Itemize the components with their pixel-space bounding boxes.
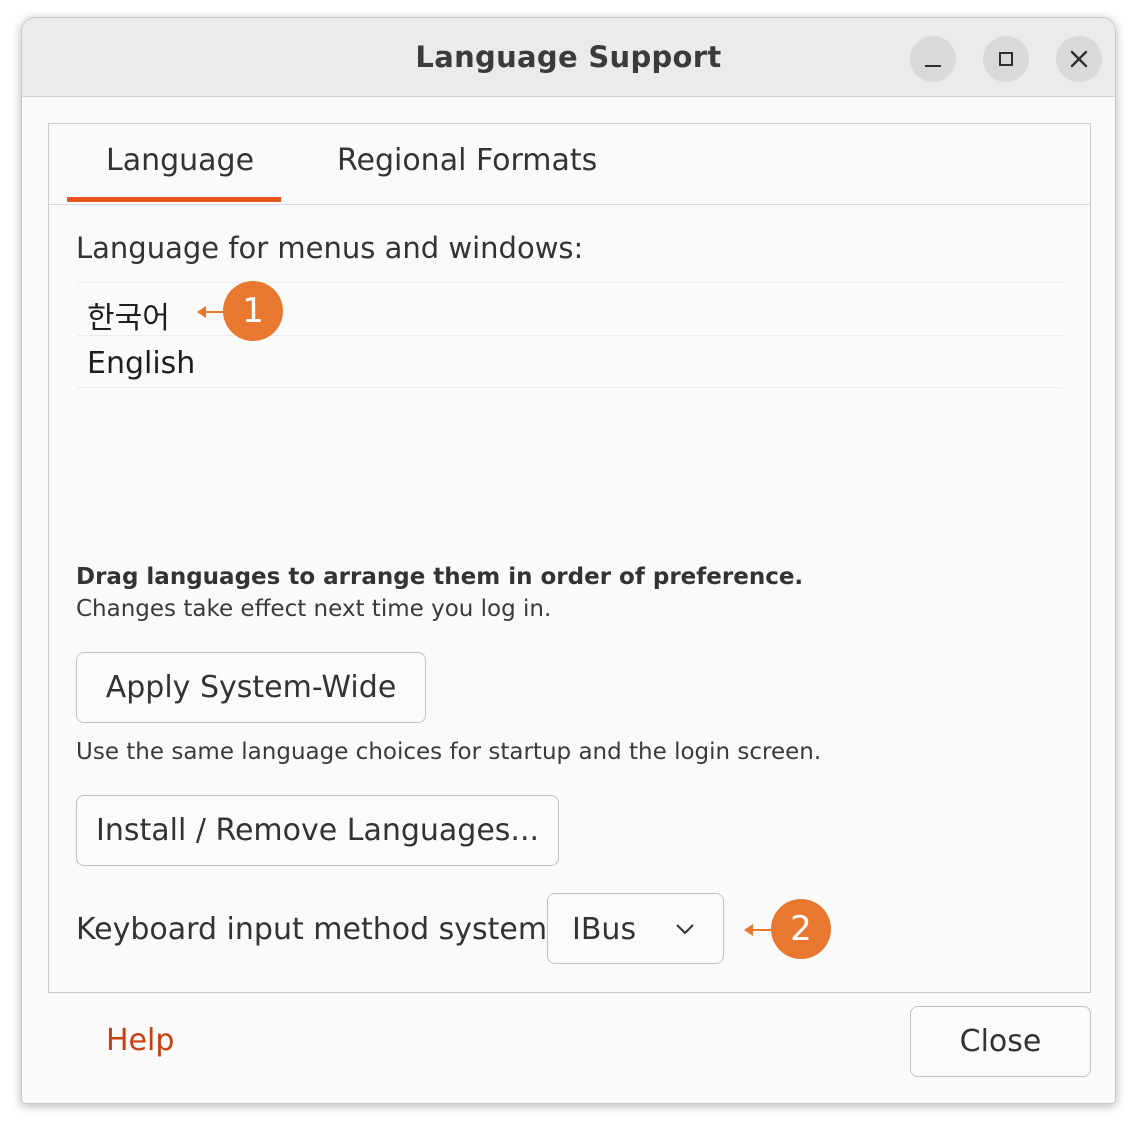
- active-tab-indicator: [67, 197, 281, 202]
- language-notebook: Language Regional Formats Language for m…: [48, 123, 1091, 993]
- relogin-hint: Changes take effect next time you log in…: [76, 596, 552, 622]
- callout-pointer: [744, 924, 773, 936]
- maximize-icon: [999, 52, 1013, 66]
- language-name: 한국어: [87, 301, 170, 336]
- title-bar[interactable]: Language Support: [22, 18, 1115, 97]
- language-name: English: [87, 346, 196, 381]
- help-button[interactable]: Help: [106, 1023, 174, 1058]
- maximize-button[interactable]: [983, 36, 1029, 82]
- keyboard-input-method-dropdown[interactable]: IBus: [547, 893, 724, 964]
- apply-system-wide-button[interactable]: Apply System-Wide: [76, 652, 426, 723]
- install-remove-languages-button[interactable]: Install / Remove Languages...: [76, 795, 559, 866]
- minimize-button[interactable]: [910, 36, 956, 82]
- close-button[interactable]: Close: [910, 1006, 1091, 1077]
- dropdown-value: IBus: [572, 912, 637, 947]
- tab-regional-formats[interactable]: Regional Formats: [337, 143, 597, 178]
- tab-language[interactable]: Language: [106, 143, 254, 178]
- keyboard-input-label: Keyboard input method system:: [76, 912, 558, 947]
- language-row-english[interactable]: English: [77, 335, 1062, 388]
- close-icon: [1070, 50, 1088, 68]
- tab-strip: Language Regional Formats: [49, 124, 1090, 205]
- callout-badge: 2: [771, 899, 831, 959]
- apply-description: Use the same language choices for startu…: [76, 739, 822, 765]
- callout-pointer: [197, 306, 225, 318]
- drag-hint: Drag languages to arrange them in order …: [76, 564, 804, 590]
- minimize-icon: [925, 65, 941, 67]
- callout-badge: 1: [223, 281, 283, 341]
- chevron-down-icon: [676, 924, 694, 935]
- language-support-window: Language Support Language Regional Forma…: [21, 17, 1116, 1104]
- language-list-label: Language for menus and windows:: [76, 231, 584, 265]
- close-window-button[interactable]: [1056, 36, 1102, 82]
